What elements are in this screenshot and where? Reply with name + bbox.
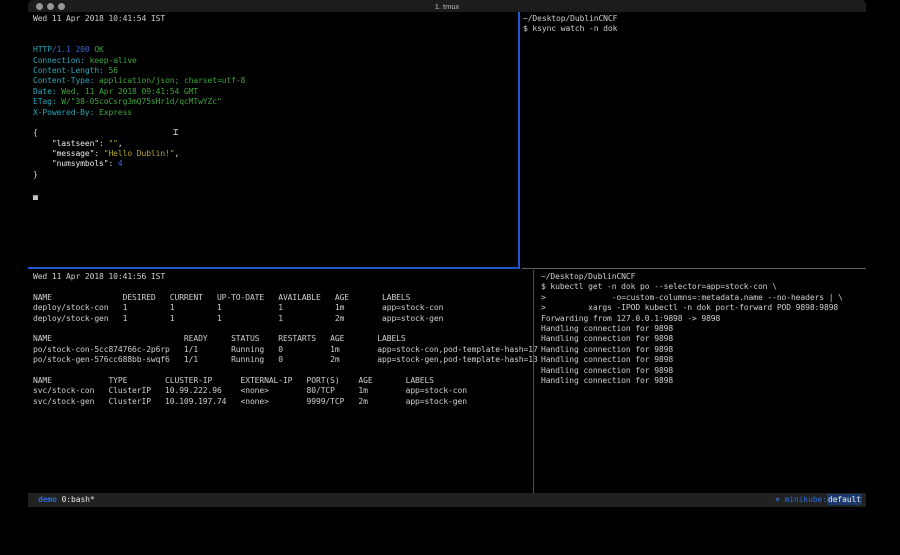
terminal-line: } (33, 170, 523, 180)
terminal-line (33, 118, 523, 128)
terminal-window: 1. tmux Wed 11 Apr 2018 10:41:54 IST HTT… (28, 0, 866, 507)
status-left: demo 0:bash* (38, 493, 99, 507)
terminal-line: po/stock-gen-576cc688bb-swqf6 1/1 Runnin… (33, 355, 538, 365)
terminal-line: ~/Desktop/DublinCNCF (541, 272, 871, 282)
pane-divider-horizontal[interactable] (522, 268, 866, 269)
terminal-line: HTTP/1.1 200 OK (33, 45, 523, 55)
terminal-line: Content-Length: 56 (33, 66, 523, 76)
kube-namespace: default (827, 494, 862, 505)
terminal-line: "lastseen": "", (33, 139, 523, 149)
terminal-line: $ ksync watch -n dok (523, 24, 867, 34)
terminal-line: > xargs -IPOD kubectl -n dok port-forwar… (541, 303, 871, 313)
pane-kubectl-get[interactable]: Wed 11 Apr 2018 10:41:56 IST NAME DESIRE… (28, 270, 538, 495)
terminal-line (33, 366, 538, 376)
terminal-line: $ kubectl get -n dok po --selector=app=s… (541, 282, 871, 292)
terminal-line: Handling connection for 9898 (541, 334, 871, 344)
terminal-line: Handling connection for 9898 (541, 355, 871, 365)
terminal-line: Forwarding from 127.0.0.1:9898 -> 9898 (541, 314, 871, 324)
pane-ksync-watch[interactable]: ~/Desktop/DublinCNCF$ ksync watch -n dok (520, 12, 867, 270)
terminal-line: deploy/stock-gen 1 1 1 1 2m app=stock-ge… (33, 314, 538, 324)
terminal-line: Handling connection for 9898 (541, 345, 871, 355)
terminal-line: X-Powered-By: Express (33, 108, 523, 118)
pane-http-response[interactable]: Wed 11 Apr 2018 10:41:54 IST HTTP/1.1 20… (28, 12, 523, 270)
terminal-line (33, 282, 538, 292)
terminal-line: { (33, 128, 523, 138)
terminal-line: Content-Type: application/json; charset=… (33, 76, 523, 86)
window-title: 1. tmux (28, 0, 866, 12)
terminal-line (33, 180, 523, 190)
session-name: demo (38, 495, 57, 504)
terminal-line: po/stock-con-5cc874766c-2p6rp 1/1 Runnin… (33, 345, 538, 355)
pane-divider-horizontal-active[interactable] (28, 267, 520, 269)
terminal-line: "message": "Hello Dublin!", (33, 149, 523, 159)
window-item-bash[interactable]: 0:bash* (57, 495, 99, 504)
pane-port-forward[interactable]: ~/Desktop/DublinCNCF$ kubectl get -n dok… (536, 270, 871, 495)
status-right: ⎈ minikube:default (775, 493, 862, 507)
terminal-line: svc/stock-gen ClusterIP 10.109.197.74 <n… (33, 397, 538, 407)
terminal-line: ~/Desktop/DublinCNCF (523, 14, 867, 24)
terminal-line: Date: Wed, 11 Apr 2018 09:41:54 GMT (33, 87, 523, 97)
terminal-line: > -o=custom-columns=:metadata.name --no-… (541, 293, 871, 303)
terminal-line: NAME TYPE CLUSTER-IP EXTERNAL-IP PORT(S)… (33, 376, 538, 386)
terminal-line: deploy/stock-con 1 1 1 1 1m app=stock-co… (33, 303, 538, 313)
terminal-line (33, 24, 523, 34)
terminal-line (33, 324, 538, 334)
terminal-line: Handling connection for 9898 (541, 366, 871, 376)
terminal-line: ▄ (33, 191, 523, 201)
mouse-cursor: ⌶ (173, 128, 178, 138)
terminal-line: Wed 11 Apr 2018 10:41:56 IST (33, 272, 538, 282)
tmux-status-bar: demo 0:bash* ⎈ minikube:default (28, 493, 866, 507)
window-titlebar[interactable]: 1. tmux (28, 0, 866, 12)
terminal-line: Handling connection for 9898 (541, 376, 871, 386)
terminal-line: NAME DESIRED CURRENT UP-TO-DATE AVAILABL… (33, 293, 538, 303)
terminal-line: ETag: W/"38-05coCsrg3mQ75sHr1d/qcMTwYZc" (33, 97, 523, 107)
terminal-line: Connection: keep-alive (33, 56, 523, 66)
terminal-line: "numsymbols": 4 (33, 159, 523, 169)
pane-divider-vertical[interactable] (533, 270, 534, 493)
terminal-line (33, 35, 523, 45)
terminal-line: NAME READY STATUS RESTARTS AGE LABELS (33, 334, 538, 344)
terminal-line: Handling connection for 9898 (541, 324, 871, 334)
terminal-line: Wed 11 Apr 2018 10:41:54 IST (33, 14, 523, 24)
terminal-line: svc/stock-con ClusterIP 10.99.222.96 <no… (33, 386, 538, 396)
kube-cluster-name: minikube (780, 495, 822, 504)
